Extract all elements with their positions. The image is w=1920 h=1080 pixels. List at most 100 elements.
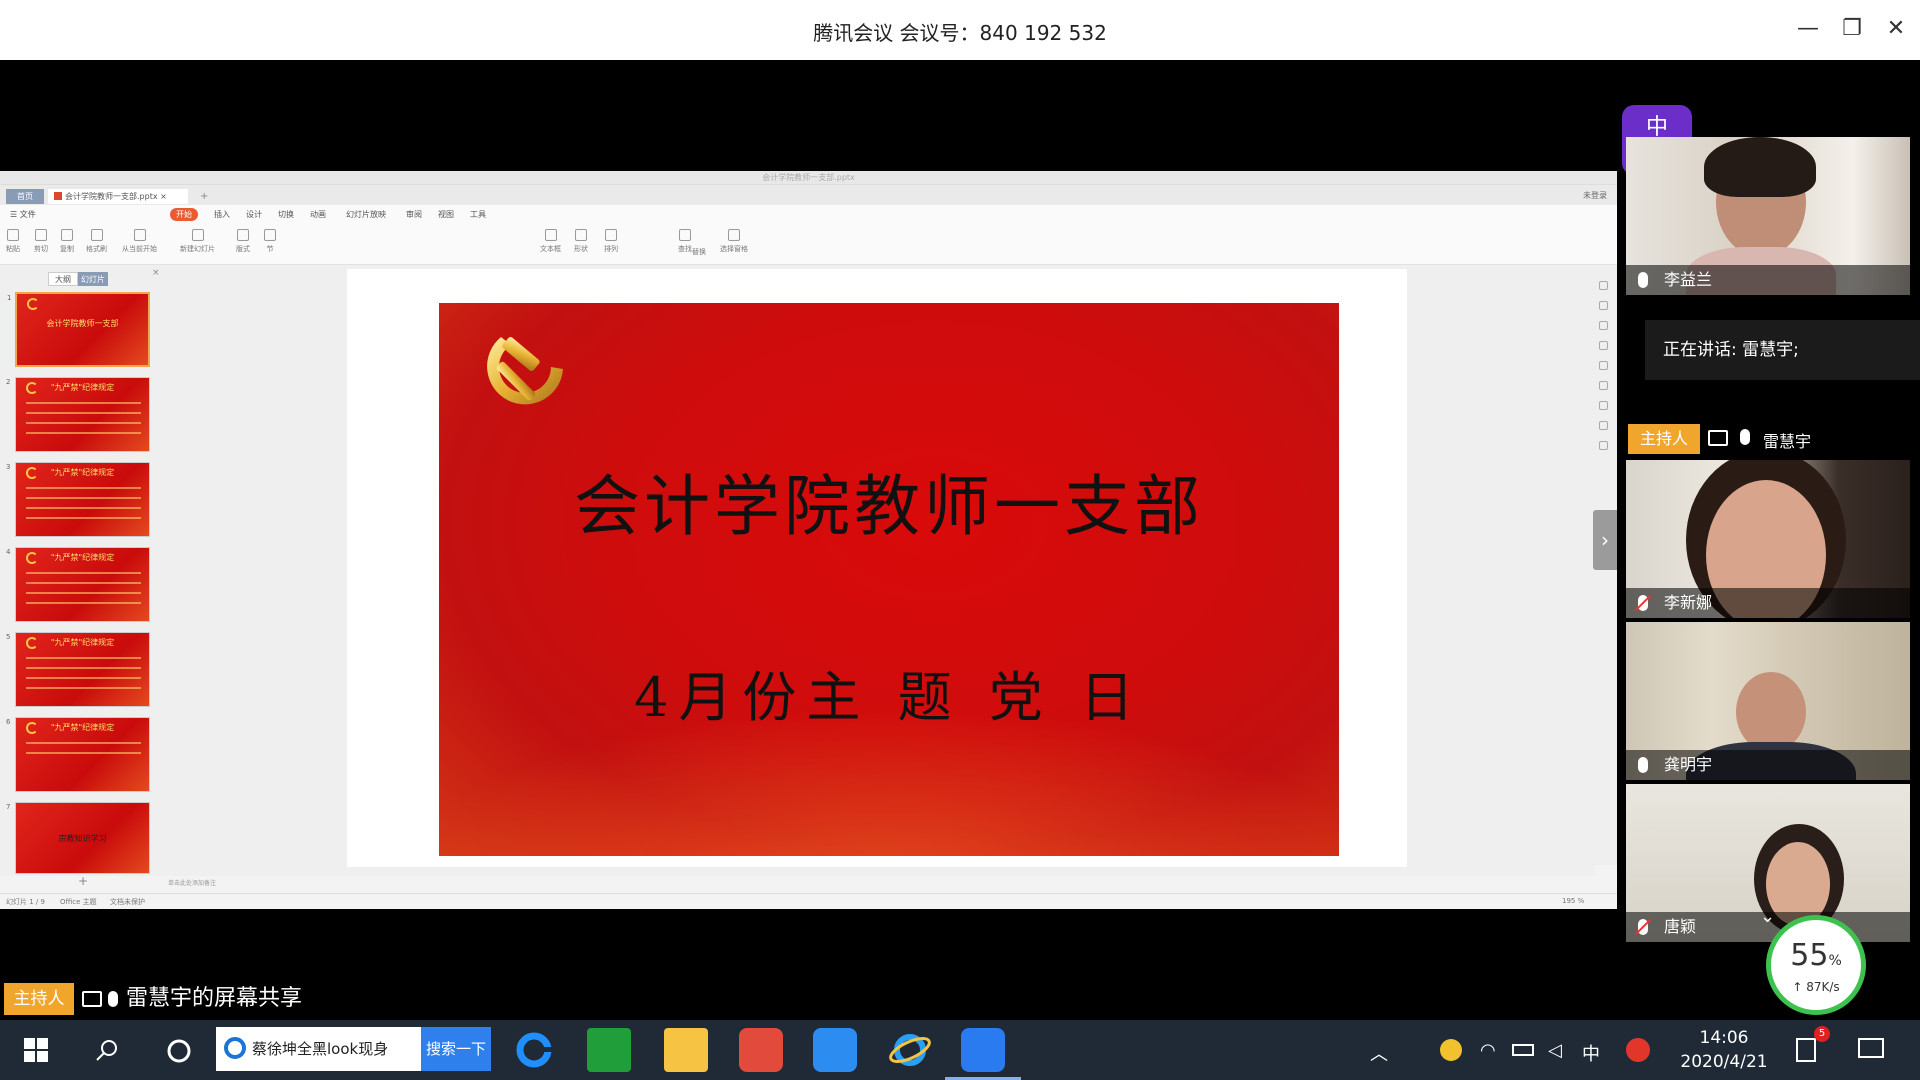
tab-file[interactable]: 会计学院教师一支部.pptx × [48,189,188,204]
file-explorer-icon[interactable] [664,1028,708,1072]
clock[interactable]: 14:06 2020/4/21 [1664,1026,1784,1074]
ribbon-paste[interactable]: 粘贴 [6,229,20,254]
browser-search-input[interactable]: 蔡徐坤全黑look现身 [216,1027,421,1071]
tool-icon[interactable] [1599,421,1608,430]
maximize-button[interactable]: ❐ [1837,14,1867,44]
ime-indicator[interactable]: 中 [1582,1040,1600,1066]
ribbon-label: 新建幻灯片 [180,245,215,253]
thumb-number: 2 [6,378,11,386]
edge-icon[interactable] [512,1028,556,1072]
menu-slideshow[interactable]: 幻灯片放映 [340,208,392,221]
ppt-status-bar: 幻灯片 1 / 9 Office 主题 文档未保护 195 % [0,893,1617,909]
wps-presentation-icon[interactable] [739,1028,783,1072]
ribbon-arrange[interactable]: 排列 [604,229,618,254]
participant-name-text: 李新娜 [1664,593,1713,612]
ribbon-new-slide[interactable]: 新建幻灯片 [180,229,215,254]
search-icon[interactable] [94,1038,120,1064]
ribbon-label: 复制 [60,245,74,253]
menu-review[interactable]: 审阅 [400,208,428,221]
green-app-icon[interactable] [587,1028,631,1072]
menu-view[interactable]: 视图 [432,208,460,221]
tray-s-icon[interactable] [1626,1038,1650,1062]
slide-thumb[interactable]: 5 "九严禁"纪律规定 [6,632,150,707]
ribbon-format-painter[interactable]: 格式刷 [86,229,107,254]
microphone-icon [108,991,118,1007]
ppt-title-strip: 会计学院教师一支部.pptx [0,171,1617,185]
menu-home[interactable]: 开始 [170,208,198,221]
close-button[interactable]: ✕ [1881,14,1911,44]
slide-thumb[interactable]: 4 "九严禁"纪律规定 [6,547,150,622]
tool-icon[interactable] [1599,301,1608,310]
menu-tools[interactable]: 工具 [464,208,492,221]
ribbon-select-pane[interactable]: 选择窗格 [720,229,748,254]
slide-thumb[interactable]: 2 "九严禁"纪律规定 [6,377,150,452]
notes-hint[interactable]: 单击此处添加备注 [168,878,216,887]
protect-status[interactable]: 文档未保护 [110,897,145,907]
network-speed-widget[interactable]: 55% ↑ 87K/s [1766,915,1866,1015]
ribbon-replace[interactable]: 替换 [692,247,706,257]
tool-icon[interactable] [1599,361,1608,370]
wifi-icon[interactable]: ◠ [1480,1040,1496,1061]
ribbon-layout[interactable]: 版式 [236,229,250,254]
page-indicator: 幻灯片 1 / 9 [6,898,45,906]
tool-icon[interactable] [1599,401,1608,410]
current-slide[interactable]: 会计学院教师一支部 4月份主 题 党 日 [439,303,1339,856]
battery-icon[interactable] [1512,1044,1534,1056]
ribbon-cut[interactable]: 剪切 [34,229,48,254]
tool-icon[interactable] [1599,281,1608,290]
tab-home[interactable]: 首页 [6,189,44,204]
ribbon-play-current[interactable]: 从当前开始 [122,229,157,254]
start-button[interactable] [14,1020,74,1080]
action-center-icon[interactable] [1858,1038,1884,1058]
microphone-icon [1638,757,1648,773]
slide-thumb[interactable]: 6 "九严禁"纪律规定 [6,717,150,792]
new-tab-button[interactable]: + [194,189,214,204]
minimize-button[interactable]: — [1793,14,1823,44]
collapse-chevron-icon[interactable]: ⌄ [1760,906,1775,927]
ppt-doc-title: 会计学院教师一支部.pptx [762,173,855,182]
thumb-number: 6 [6,718,11,726]
slide-thumb[interactable]: 3 "九严禁"纪律规定 [6,462,150,537]
show-hidden-icons-icon[interactable]: ︿ [1370,1040,1388,1066]
menu-animation[interactable]: 动画 [304,208,332,221]
menu-insert[interactable]: 插入 [208,208,236,221]
notification-center-icon[interactable] [1796,1038,1816,1062]
cortana-icon[interactable] [166,1038,192,1064]
tab-file-label: 会计学院教师一支部.pptx × [65,192,167,201]
participant-video[interactable]: 龚明宇 [1626,622,1910,780]
tab-outline[interactable]: 大纲 [48,272,78,286]
tool-icon[interactable] [1599,341,1608,350]
menu-design[interactable]: 设计 [240,208,268,221]
volume-icon[interactable]: ◁ [1548,1040,1562,1061]
slide-thumb[interactable]: 1 会计学院教师一支部 [7,292,150,367]
slide-thumb[interactable]: 7 宗教知识学习 [6,802,150,874]
ribbon-section[interactable]: 节 [264,229,276,254]
zoom-level[interactable]: 195 % [1562,897,1584,905]
menu-file[interactable]: ☰ 文件 [4,208,42,221]
next-page-arrow[interactable]: › [1593,510,1617,570]
thumb-title: "九严禁"纪律规定 [50,723,115,732]
search-button[interactable]: 搜索一下 [421,1027,491,1071]
ribbon-textbox[interactable]: 文本框 [540,229,561,254]
tool-icon[interactable] [1599,321,1608,330]
participant-video[interactable]: 李益兰 [1626,137,1910,295]
login-status[interactable]: 未登录 [1583,190,1607,201]
tencent-meeting-icon[interactable] [945,1028,1021,1080]
tool-icon[interactable] [1599,381,1608,390]
tool-icon[interactable] [1599,441,1608,450]
panel-close-icon[interactable]: × [152,268,160,278]
tray-app-icon[interactable] [1440,1039,1462,1061]
add-slide-button[interactable]: + [78,874,88,888]
ribbon-shape[interactable]: 形状 [574,229,588,254]
thumb-title: "九严禁"纪律规定 [50,638,115,647]
ribbon-label: 查找 [678,245,692,253]
participant-video[interactable]: 李新娜 [1626,460,1910,618]
text-line [26,677,141,679]
layout-icon [237,229,249,241]
menu-transition[interactable]: 切换 [272,208,300,221]
ribbon-copy[interactable]: 复制 [60,229,74,254]
ribbon-find[interactable]: 查找 [678,229,692,254]
ie-browser-icon[interactable] [888,1028,932,1072]
wps-writer-icon[interactable] [813,1028,857,1072]
tab-slides[interactable]: 幻灯片 [78,272,108,286]
